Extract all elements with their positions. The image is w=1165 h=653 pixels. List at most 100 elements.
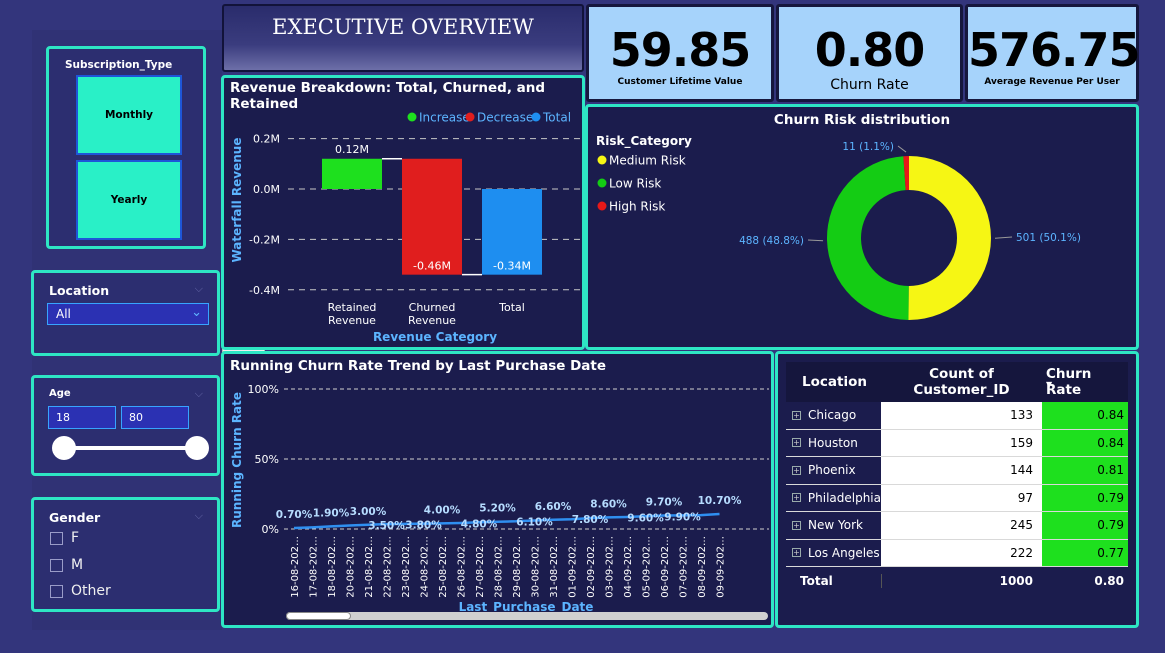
point-data-label: 1.90% — [313, 507, 350, 519]
donut-slice[interactable] — [908, 156, 992, 320]
x-tick-label: 20-08-202… — [346, 536, 357, 598]
expand-icon[interactable]: + — [792, 465, 801, 475]
legend-label: Low Risk — [609, 177, 661, 191]
location-dropdown[interactable]: All ⌄ — [47, 303, 209, 325]
donut-slice[interactable] — [827, 156, 909, 320]
table-header: Location Count of Customer_ID Churn Rate… — [786, 362, 1128, 402]
gender-option-label: M — [71, 557, 84, 573]
subscription-yearly-button[interactable]: Yearly — [76, 160, 182, 240]
scrollbar-thumb[interactable] — [286, 612, 351, 620]
y-tick-label: 100% — [248, 383, 279, 396]
gender-option-label: Other — [71, 583, 111, 599]
leader-line — [807, 239, 824, 242]
slice-data-label: 488 (48.8%) — [739, 235, 804, 247]
kpi-label: Customer Lifetime Value — [617, 77, 743, 87]
expand-icon[interactable]: + — [792, 410, 801, 420]
legend-marker — [597, 155, 607, 165]
donut-chart: Medium Risk Low Risk High Risk 501 (50.1%) 4… — [597, 141, 1081, 320]
age-min-input[interactable]: 18 — [48, 406, 116, 429]
x-tick-label: Revenue — [408, 314, 456, 327]
table-row[interactable]: + New York 245 0.79 — [786, 512, 1128, 540]
expand-icon[interactable]: + — [792, 520, 801, 530]
expand-icon[interactable]: + — [792, 548, 801, 558]
row-location[interactable]: + Houston — [786, 435, 881, 450]
chevron-down-icon[interactable]: ⌵ — [195, 509, 203, 523]
waterfall-chart: Increase Decrease Total 0.2M 0.0M -0.2M -0.4M W… — [230, 111, 580, 344]
gender-option-other[interactable]: Other — [50, 583, 111, 599]
kpi-card-churn-rate: 0.80 Churn Rate — [776, 4, 963, 102]
gender-option-m[interactable]: M — [50, 557, 83, 573]
point-data-label: 9.60% — [627, 512, 664, 524]
total-count: 1000 — [881, 573, 1042, 588]
y-tick-label: -0.2M — [249, 233, 280, 246]
table-row[interactable]: + Los Angeles 222 0.77 — [786, 539, 1128, 567]
row-location-label: Phoenix — [808, 463, 856, 478]
point-data-label: 6.60% — [535, 501, 572, 513]
x-tick-label: 25-08-202… — [438, 536, 449, 598]
expand-icon[interactable]: + — [792, 493, 801, 503]
gender-option-f[interactable]: F — [50, 530, 79, 546]
checkbox[interactable] — [50, 558, 63, 572]
table-row[interactable]: + Chicago 133 0.84 — [786, 402, 1128, 430]
age-max-input[interactable]: 80 — [121, 406, 189, 429]
churn-trend-panel: Running Churn Rate Trend by Last Purchas… — [221, 351, 774, 628]
column-header-location[interactable]: Location — [786, 374, 881, 390]
row-location[interactable]: + Philadelphia — [786, 490, 881, 505]
kpi-card-arpu: 576.75 Average Revenue Per User — [965, 4, 1141, 102]
x-tick-label: 23-08-202… — [401, 536, 412, 598]
x-tick-label: Total — [498, 301, 525, 314]
y-tick-label: -0.4M — [249, 284, 280, 297]
location-dropdown-value: All — [56, 307, 71, 321]
row-count: 222 — [881, 539, 1042, 566]
subscription-slicer-title: Subscription_Type — [65, 59, 173, 71]
waterfall-bar[interactable] — [322, 158, 382, 189]
location-slicer-title: Location — [49, 283, 110, 298]
row-location[interactable]: + New York — [786, 518, 881, 533]
column-header-count[interactable]: Count of Customer_ID — [881, 366, 1042, 398]
row-count: 159 — [881, 429, 1042, 456]
x-tick-label: 17-08-202… — [309, 536, 320, 598]
row-location[interactable]: + Chicago — [786, 408, 881, 423]
column-header-churn-rate[interactable]: Churn Rate ▼ — [1042, 366, 1128, 398]
kpi-value: 59.85 — [609, 23, 752, 77]
age-min-handle[interactable] — [52, 436, 76, 460]
y-tick-label: 0.0M — [253, 183, 280, 196]
table-row[interactable]: + Houston 159 0.84 — [786, 429, 1128, 457]
kpi-label: Churn Rate — [830, 77, 909, 93]
row-location-label: Chicago — [808, 408, 857, 423]
row-location[interactable]: + Phoenix — [786, 463, 881, 478]
subscription-monthly-button[interactable]: Monthly — [76, 75, 182, 155]
kpi-label: Average Revenue Per User — [984, 77, 1120, 87]
x-tick-label: 16-08-202… — [290, 536, 301, 598]
chevron-down-icon[interactable]: ⌵ — [195, 282, 203, 296]
checkbox[interactable] — [50, 531, 63, 545]
total-label: Total — [800, 573, 833, 588]
chevron-down-icon[interactable]: ⌵ — [195, 387, 203, 401]
row-location[interactable]: + Los Angeles — [786, 545, 881, 560]
x-tick-label: 09-09-202… — [716, 536, 727, 598]
waterfall-bar[interactable] — [402, 158, 462, 275]
row-count: 144 — [881, 457, 1042, 484]
point-data-label: 4.00% — [424, 504, 461, 516]
line-chart: 100% 50% 0% Running Churn Rate 0.70% 1.90% 3.0… — [230, 383, 769, 615]
y-tick-label: 50% — [255, 453, 279, 466]
legend-marker — [597, 201, 607, 211]
page-title: EXECUTIVE OVERVIEW — [272, 15, 534, 39]
horizontal-scrollbar[interactable] — [286, 612, 768, 620]
age-max-handle[interactable] — [185, 436, 209, 460]
point-data-label: 0.70% — [276, 509, 313, 521]
x-tick-label: 08-09-202… — [697, 536, 708, 598]
x-tick-label: 02-09-202… — [586, 536, 597, 598]
checkbox[interactable] — [50, 584, 63, 598]
point-data-label: 5.20% — [479, 503, 516, 515]
table-row[interactable]: + Philadelphia 97 0.79 — [786, 484, 1128, 512]
expand-icon[interactable]: + — [792, 438, 801, 448]
x-tick-label: 07-09-202… — [679, 536, 690, 598]
x-tick-label: 18-08-202… — [327, 536, 338, 598]
column-header-label: Churn Rate — [1046, 366, 1092, 398]
row-churn-rate: 0.84 — [1042, 429, 1128, 456]
row-count: 133 — [881, 402, 1042, 429]
row-churn-rate: 0.77 — [1042, 539, 1128, 566]
table-row[interactable]: + Phoenix 144 0.81 — [786, 457, 1128, 485]
x-tick-label: 22-08-202… — [383, 536, 394, 598]
